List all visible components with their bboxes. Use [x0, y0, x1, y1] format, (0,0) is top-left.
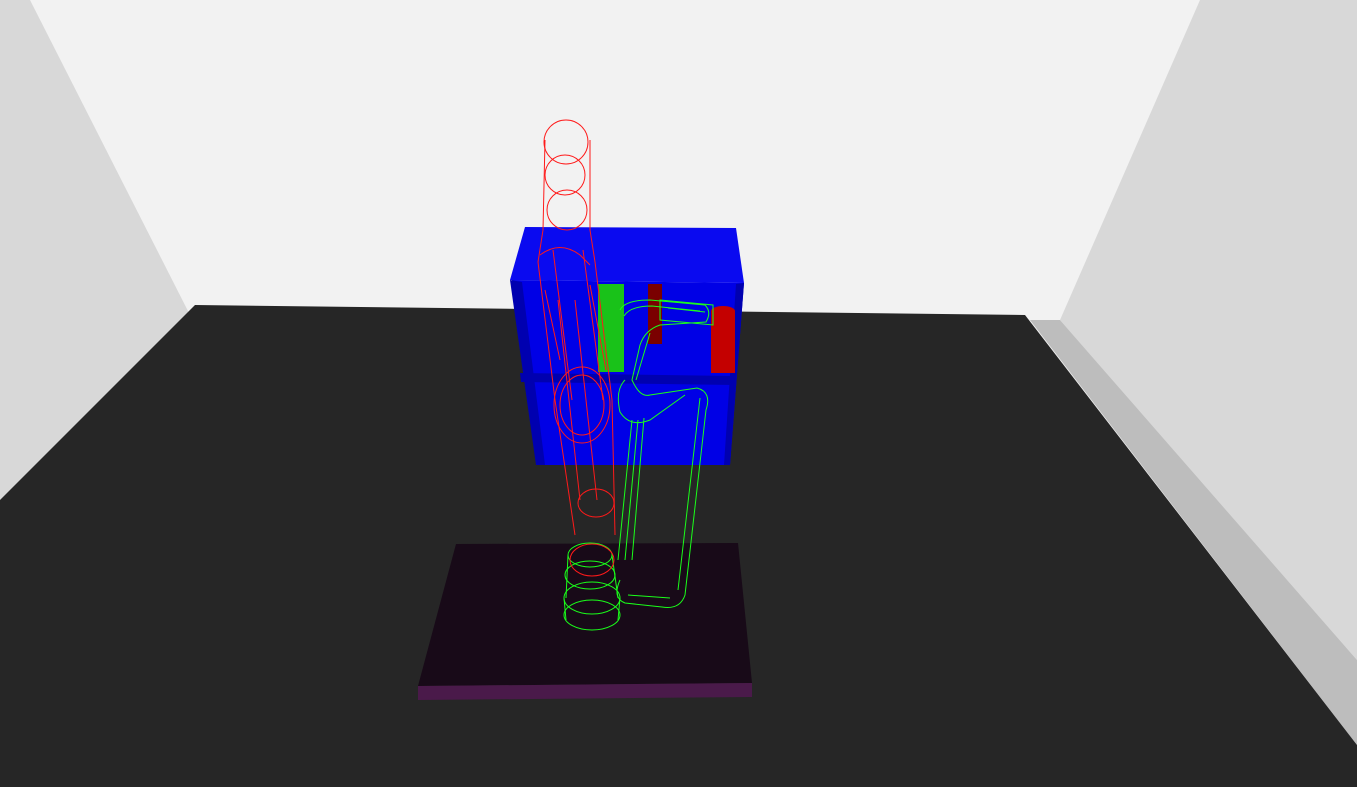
red-cylinder [711, 306, 735, 373]
red-cylinder-top [711, 306, 735, 316]
3d-viewport[interactable] [0, 0, 1357, 787]
shelf-back [512, 280, 744, 465]
shelf-top [510, 227, 744, 283]
blue-bookshelf [510, 227, 744, 465]
red-cylinder-body [711, 311, 735, 373]
scene-canvas[interactable] [0, 0, 1357, 787]
table-top [418, 543, 752, 686]
green-box [598, 284, 624, 372]
